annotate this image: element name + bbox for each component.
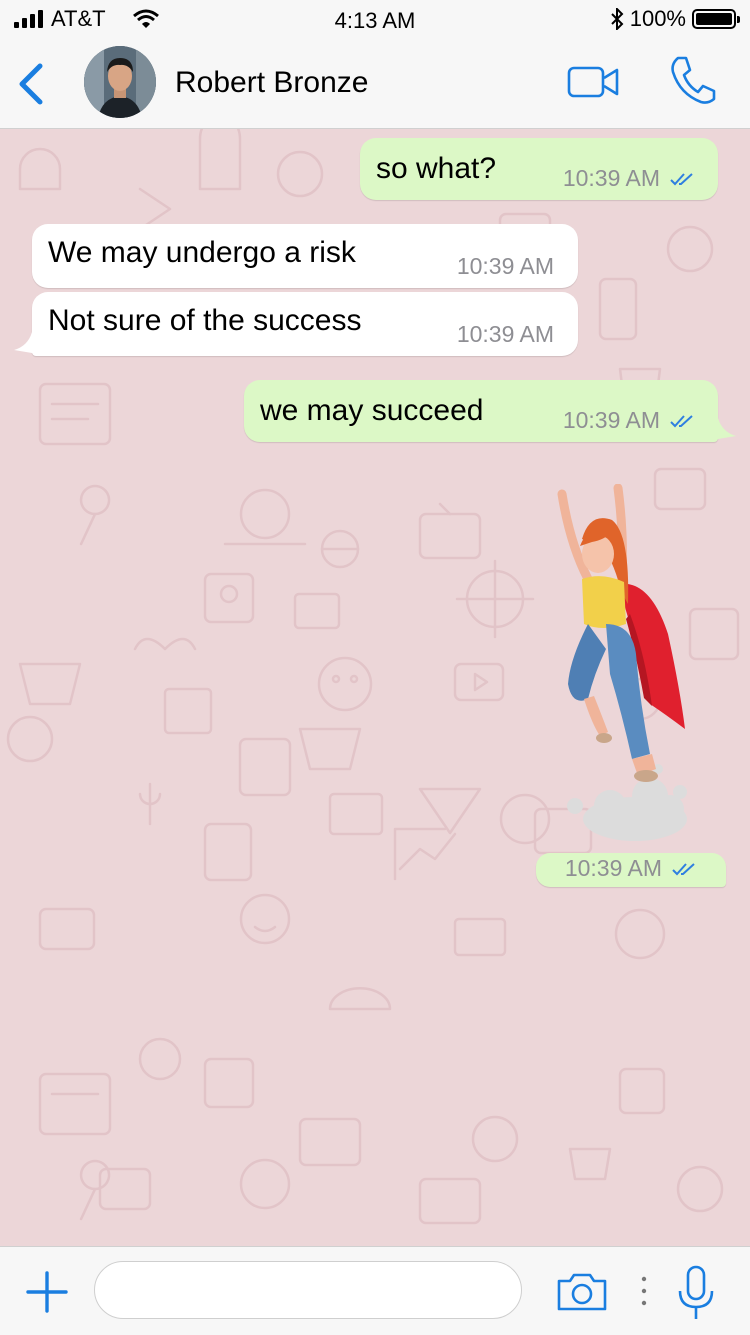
more-dots-icon[interactable] [638, 1271, 650, 1311]
message-bubble-incoming[interactable]: We may undergo a risk 10:39 AM [32, 224, 578, 288]
avatar-photo [84, 46, 156, 118]
microphone-icon[interactable] [676, 1265, 716, 1321]
battery-percent: 100% [629, 6, 686, 31]
message-bubble-incoming[interactable]: Not sure of the success 10:39 AM [32, 292, 578, 356]
status-bar: AT&T 4:13 AM 100% [0, 0, 750, 40]
message-text: Not sure of the success [48, 304, 362, 337]
message-time: 10:39 AM [456, 253, 554, 279]
message-meta: 10:39 AM [563, 165, 696, 192]
back-chevron-icon[interactable] [14, 60, 50, 108]
message-meta: 10:39 AM [565, 855, 698, 882]
phone-icon[interactable] [668, 54, 716, 106]
status-right: 100% [610, 6, 740, 32]
bubble-tail-incoming [14, 332, 38, 354]
message-meta: 10:39 AM [563, 407, 696, 434]
contact-avatar[interactable] [84, 46, 156, 118]
message-time: 10:39 AM [456, 321, 554, 347]
message-time: 10:39 AM [562, 407, 660, 433]
message-meta: 10:39 AM [457, 253, 554, 280]
message-meta: 10:39 AM [457, 321, 554, 348]
camera-icon[interactable] [556, 1271, 608, 1313]
message-bubble-outgoing[interactable]: so what? 10:39 AM [360, 138, 718, 200]
double-check-read-icon [670, 414, 693, 427]
superhero-girl-sticker[interactable] [540, 484, 700, 854]
message-text: We may undergo a risk [48, 236, 356, 269]
message-time: 10:39 AM [564, 855, 662, 881]
message-input-bar [0, 1246, 750, 1335]
message-bubble-outgoing[interactable]: 10:39 AM [536, 853, 726, 887]
bluetooth-icon [611, 8, 624, 30]
bubble-tail-outgoing [712, 418, 736, 440]
message-time: 10:39 AM [562, 165, 660, 191]
plus-icon[interactable] [26, 1271, 68, 1313]
chat-header: Robert Bronze [0, 40, 750, 129]
video-camera-icon[interactable] [566, 62, 620, 102]
contact-name[interactable]: Robert Bronze [175, 66, 368, 100]
message-bubble-outgoing[interactable]: we may succeed 10:39 AM [244, 380, 718, 442]
message-input[interactable] [94, 1261, 522, 1319]
battery-icon [692, 9, 740, 29]
double-check-read-icon [672, 862, 695, 875]
message-text: we may succeed [260, 394, 484, 427]
double-check-read-icon [670, 172, 693, 185]
chat-area[interactable]: so what? 10:39 AM We may undergo a risk … [0, 129, 750, 1246]
message-text: so what? [376, 152, 497, 185]
